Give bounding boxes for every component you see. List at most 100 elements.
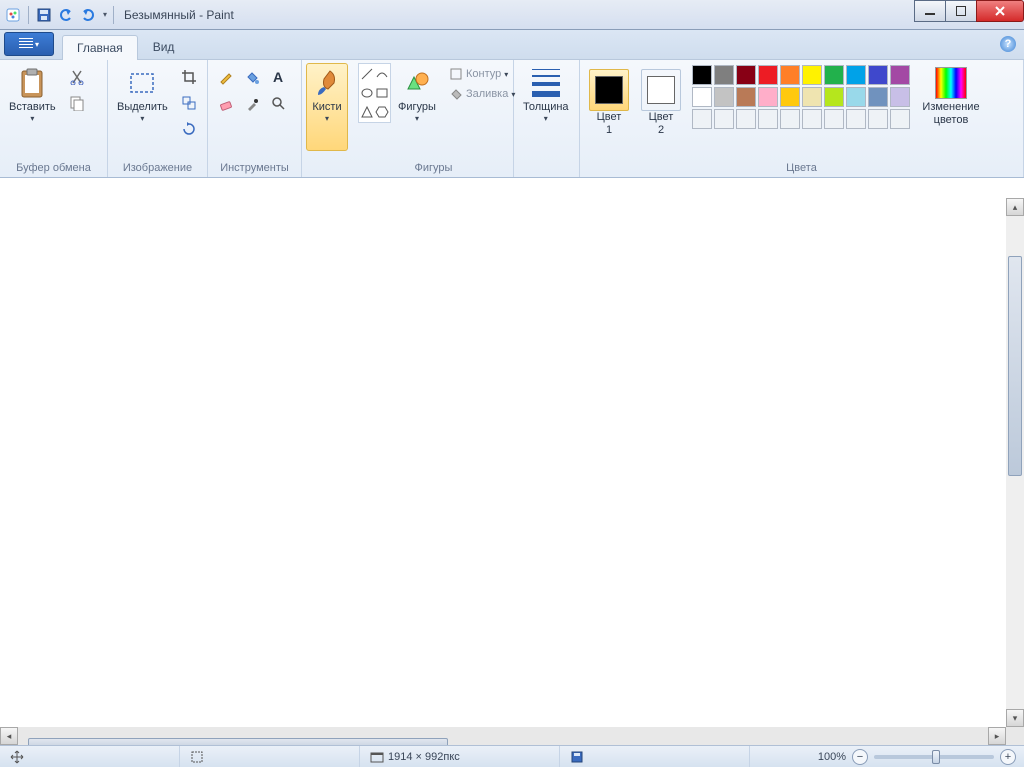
eraser-tool[interactable] xyxy=(214,91,238,115)
shapes-gallery[interactable] xyxy=(358,63,391,123)
size-label: Толщина xyxy=(523,101,569,114)
palette-swatch[interactable] xyxy=(802,65,822,85)
group-label: Цвета xyxy=(584,160,1019,177)
file-menu-icon xyxy=(19,38,33,50)
group-colors: Цвет 1 Цвет 2 Изменение цветов Цвета xyxy=(580,60,1024,177)
group-tools: A Инструменты xyxy=(208,60,302,177)
palette-swatch[interactable] xyxy=(758,87,778,107)
palette-swatch[interactable] xyxy=(714,65,734,85)
palette-swatch-empty[interactable] xyxy=(758,109,778,129)
group-label: Буфер обмена xyxy=(4,160,103,177)
fill-tool[interactable] xyxy=(240,65,264,89)
palette-swatch[interactable] xyxy=(692,65,712,85)
palette-swatch[interactable] xyxy=(692,87,712,107)
cut-button[interactable] xyxy=(65,65,89,89)
palette-swatch-empty[interactable] xyxy=(824,109,844,129)
group-label xyxy=(518,160,575,177)
palette-swatch-empty[interactable] xyxy=(692,109,712,129)
pencil-tool[interactable] xyxy=(214,65,238,89)
fill-label: Заливка xyxy=(466,88,508,100)
shapes-button[interactable]: Фигуры ▾ xyxy=(393,63,441,151)
scroll-left-icon[interactable]: ◂ xyxy=(0,727,18,745)
magnifier-tool[interactable] xyxy=(266,91,290,115)
group-brushes: Кисти ▾ xyxy=(302,60,354,177)
canvas[interactable] xyxy=(0,198,1006,727)
status-canvas-size: 1914 × 992пкс xyxy=(360,746,560,767)
title-bar: ▾ Безымянный - Paint xyxy=(0,0,1024,30)
palette-swatch-empty[interactable] xyxy=(846,109,866,129)
palette-swatch[interactable] xyxy=(868,65,888,85)
paste-button[interactable]: Вставить ▾ xyxy=(4,63,61,151)
color1-button[interactable]: Цвет 1 xyxy=(584,63,634,151)
file-menu-button[interactable]: ▾ xyxy=(4,32,54,56)
crop-button[interactable] xyxy=(177,65,201,89)
palette-swatch[interactable] xyxy=(890,87,910,107)
selection-size-icon xyxy=(190,750,204,764)
palette-swatch[interactable] xyxy=(824,65,844,85)
undo-icon[interactable] xyxy=(57,6,75,24)
palette-swatch[interactable] xyxy=(736,65,756,85)
group-clipboard: Вставить ▾ Буфер обмена xyxy=(0,60,108,177)
palette-swatch-empty[interactable] xyxy=(714,109,734,129)
edit-colors-button[interactable]: Изменение цветов xyxy=(916,63,986,151)
qat-separator xyxy=(113,6,114,24)
select-button[interactable]: Выделить ▾ xyxy=(112,63,173,151)
size-button[interactable]: Толщина ▾ xyxy=(518,63,574,151)
copy-button[interactable] xyxy=(65,91,89,115)
group-label: Фигуры xyxy=(358,160,509,177)
palette-swatch[interactable] xyxy=(846,87,866,107)
palette-swatch[interactable] xyxy=(824,87,844,107)
chevron-down-icon: ▾ xyxy=(415,114,419,123)
palette-swatch[interactable] xyxy=(758,65,778,85)
color2-button[interactable]: Цвет 2 xyxy=(636,63,686,151)
minimize-button[interactable] xyxy=(914,0,946,22)
palette-swatch-empty[interactable] xyxy=(890,109,910,129)
vertical-scrollbar[interactable]: ▴ ▾ xyxy=(1006,198,1024,727)
maximize-button[interactable] xyxy=(945,0,977,22)
zoom-slider-thumb[interactable] xyxy=(932,750,940,764)
palette-swatch[interactable] xyxy=(890,65,910,85)
fill-button[interactable]: Заливка ▾ xyxy=(445,85,519,103)
palette-swatch[interactable] xyxy=(846,65,866,85)
palette-swatch[interactable] xyxy=(780,87,800,107)
chevron-down-icon: ▾ xyxy=(325,114,329,123)
palette-swatch-empty[interactable] xyxy=(736,109,756,129)
palette-swatch[interactable] xyxy=(780,65,800,85)
zoom-out-button[interactable]: − xyxy=(852,749,868,765)
scroll-right-icon[interactable]: ▸ xyxy=(988,727,1006,745)
fill-icon xyxy=(449,87,463,101)
redo-icon[interactable] xyxy=(79,6,97,24)
scroll-up-icon[interactable]: ▴ xyxy=(1006,198,1024,216)
help-icon[interactable]: ? xyxy=(1000,36,1016,52)
resize-button[interactable] xyxy=(177,91,201,115)
text-tool[interactable]: A xyxy=(266,65,290,89)
brushes-button[interactable]: Кисти ▾ xyxy=(306,63,348,151)
select-icon xyxy=(126,67,158,99)
rotate-button[interactable] xyxy=(177,117,201,141)
scroll-thumb[interactable] xyxy=(1008,256,1022,476)
save-icon[interactable] xyxy=(35,6,53,24)
palette-swatch[interactable] xyxy=(802,87,822,107)
zoom-slider[interactable] xyxy=(874,755,994,759)
scroll-down-icon[interactable]: ▾ xyxy=(1006,709,1024,727)
palette-swatch[interactable] xyxy=(736,87,756,107)
outline-icon xyxy=(449,67,463,81)
brushes-label: Кисти xyxy=(312,101,341,114)
tab-view[interactable]: Вид xyxy=(138,34,190,59)
close-button[interactable] xyxy=(976,0,1024,22)
palette-swatch-empty[interactable] xyxy=(780,109,800,129)
palette-swatch[interactable] xyxy=(714,87,734,107)
palette-swatch-empty[interactable] xyxy=(868,109,888,129)
horizontal-scrollbar[interactable]: ◂ ▸ xyxy=(0,727,1006,745)
qat-customize-icon[interactable]: ▾ xyxy=(103,10,107,19)
scroll-track[interactable] xyxy=(1006,216,1024,709)
palette-swatch[interactable] xyxy=(868,87,888,107)
paint-app-icon[interactable] xyxy=(4,6,22,24)
tab-home[interactable]: Главная xyxy=(62,35,138,60)
picker-tool[interactable] xyxy=(240,91,264,115)
zoom-in-button[interactable]: + xyxy=(1000,749,1016,765)
palette-swatch-empty[interactable] xyxy=(802,109,822,129)
outline-button[interactable]: Контур ▾ xyxy=(445,65,519,83)
group-size: Толщина ▾ xyxy=(514,60,580,177)
status-bar: 1914 × 992пкс 100% − + xyxy=(0,745,1024,767)
